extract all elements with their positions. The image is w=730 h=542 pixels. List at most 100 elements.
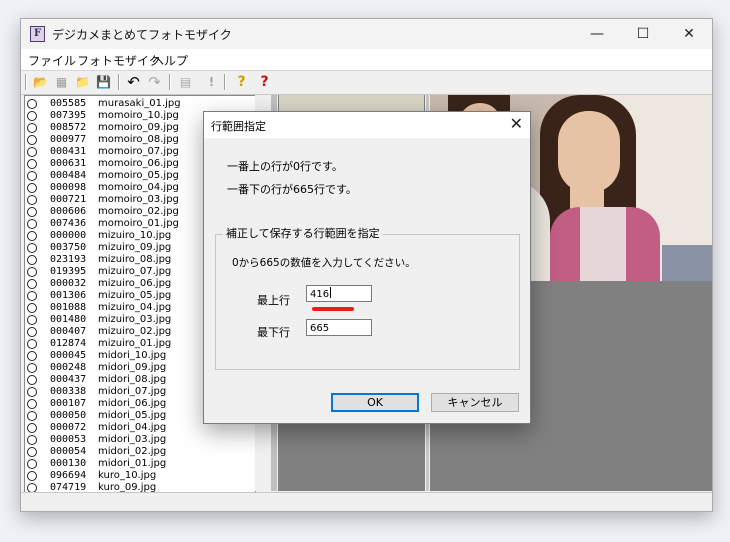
- radio-icon[interactable]: [27, 411, 37, 421]
- file-name: midori_07.jpg: [98, 386, 167, 397]
- text-caret: [330, 287, 332, 298]
- file-count: 008572: [50, 122, 87, 133]
- row-range-dialog: 行範囲指定 ✕ 一番上の行が0行です。 一番下の行が665行です。 補正して保存…: [203, 111, 531, 424]
- file-count: 096694: [50, 470, 87, 481]
- menu-bar: ファイル フォトモザイク ヘルプ: [21, 49, 712, 71]
- list-item[interactable]: 005585 murasaki_01.jpg: [25, 98, 255, 110]
- file-count: 000437: [50, 374, 87, 385]
- radio-icon[interactable]: [27, 207, 37, 217]
- file-count: 001306: [50, 290, 87, 301]
- radio-icon[interactable]: [27, 111, 37, 121]
- context-help-icon[interactable]: ?: [256, 74, 273, 90]
- file-count: 000032: [50, 278, 87, 289]
- radio-icon[interactable]: [27, 447, 37, 457]
- radio-icon[interactable]: [27, 243, 37, 253]
- radio-icon[interactable]: [27, 99, 37, 109]
- toolbar-separator: [224, 74, 226, 90]
- database-icon[interactable]: ▦: [53, 74, 70, 90]
- radio-icon[interactable]: [27, 435, 37, 445]
- list-item[interactable]: 096694 kuro_10.jpg: [25, 470, 255, 482]
- file-name: midori_01.jpg: [98, 458, 167, 469]
- radio-icon[interactable]: [27, 339, 37, 349]
- file-count: 000098: [50, 182, 87, 193]
- top-row-info: 一番上の行が0行です。: [227, 160, 343, 173]
- file-name: momoiro_06.jpg: [98, 158, 179, 169]
- file-count: 000977: [50, 134, 87, 145]
- file-count: 000407: [50, 326, 87, 337]
- radio-icon[interactable]: [27, 159, 37, 169]
- file-count: 000248: [50, 362, 87, 373]
- help-icon[interactable]: ?: [233, 74, 250, 90]
- redo-icon[interactable]: ↷: [146, 74, 163, 90]
- radio-icon[interactable]: [27, 231, 37, 241]
- file-name: kuro_10.jpg: [98, 470, 157, 481]
- radio-icon[interactable]: [27, 399, 37, 409]
- file-count: 012874: [50, 338, 87, 349]
- radio-icon[interactable]: [27, 363, 37, 373]
- file-count: 005585: [50, 98, 87, 109]
- file-count: 001480: [50, 314, 87, 325]
- radio-icon[interactable]: [27, 291, 37, 301]
- file-name: momoiro_10.jpg: [98, 110, 179, 121]
- radio-icon[interactable]: [27, 315, 37, 325]
- undo-icon[interactable]: ↶: [125, 74, 142, 90]
- folder-icon[interactable]: 📁: [74, 74, 91, 90]
- dialog-title-bar: 行範囲指定 ✕: [204, 112, 530, 138]
- radio-icon[interactable]: [27, 387, 37, 397]
- file-count: 000054: [50, 446, 87, 457]
- radio-icon[interactable]: [27, 255, 37, 265]
- ok-button[interactable]: OK: [331, 393, 419, 412]
- menu-help[interactable]: ヘルプ: [152, 52, 188, 69]
- cancel-button[interactable]: キャンセル: [431, 393, 519, 412]
- file-count: 000000: [50, 230, 87, 241]
- file-name: midori_06.jpg: [98, 398, 167, 409]
- radio-icon[interactable]: [27, 123, 37, 133]
- file-name: murasaki_01.jpg: [98, 98, 181, 109]
- bottom-row-input[interactable]: 665: [306, 319, 372, 336]
- file-name: momoiro_01.jpg: [98, 218, 179, 229]
- radio-icon[interactable]: [27, 303, 37, 313]
- minimize-button[interactable]: —: [574, 19, 620, 49]
- toolbar-separator: [169, 74, 171, 90]
- top-row-input[interactable]: 416: [306, 285, 372, 302]
- list-icon[interactable]: ▤: [177, 74, 194, 90]
- radio-icon[interactable]: [27, 267, 37, 277]
- radio-icon[interactable]: [27, 375, 37, 385]
- radio-icon[interactable]: [27, 183, 37, 193]
- list-item[interactable]: 000053 midori_03.jpg: [25, 434, 255, 446]
- close-button[interactable]: ✕: [666, 19, 712, 49]
- file-name: momoiro_07.jpg: [98, 146, 179, 157]
- menu-file[interactable]: ファイル: [28, 52, 76, 69]
- radio-icon[interactable]: [27, 171, 37, 181]
- file-count: 000431: [50, 146, 87, 157]
- file-name: midori_03.jpg: [98, 434, 167, 445]
- radio-icon[interactable]: [27, 195, 37, 205]
- file-name: mizuiro_06.jpg: [98, 278, 172, 289]
- bottom-row-info: 一番下の行が665行です。: [227, 183, 357, 196]
- radio-icon[interactable]: [27, 279, 37, 289]
- radio-icon[interactable]: [27, 459, 37, 469]
- list-item[interactable]: 000054 midori_02.jpg: [25, 446, 255, 458]
- dialog-close-icon[interactable]: ✕: [510, 114, 523, 133]
- radio-icon[interactable]: [27, 219, 37, 229]
- radio-icon[interactable]: [27, 147, 37, 157]
- top-row-value: 416: [310, 289, 330, 300]
- list-item[interactable]: 000130 midori_01.jpg: [25, 458, 255, 470]
- radio-icon[interactable]: [27, 135, 37, 145]
- radio-icon[interactable]: [27, 471, 37, 481]
- open-folder-icon[interactable]: 📂: [32, 74, 49, 90]
- radio-icon[interactable]: [27, 327, 37, 337]
- left-thumbnail-strip: [279, 95, 424, 111]
- exclamation-icon[interactable]: !: [203, 74, 220, 90]
- maximize-button[interactable]: ☐: [620, 19, 666, 49]
- file-name: midori_09.jpg: [98, 362, 167, 373]
- file-name: mizuiro_10.jpg: [98, 230, 172, 241]
- radio-icon[interactable]: [27, 351, 37, 361]
- save-icon[interactable]: 💾: [95, 74, 112, 90]
- bottom-row-label: 最下行: [257, 326, 290, 339]
- radio-icon[interactable]: [27, 423, 37, 433]
- file-name: mizuiro_08.jpg: [98, 254, 172, 265]
- file-name: mizuiro_07.jpg: [98, 266, 172, 277]
- menu-photo-mosaic[interactable]: フォトモザイク: [77, 52, 161, 69]
- file-count: 000050: [50, 410, 87, 421]
